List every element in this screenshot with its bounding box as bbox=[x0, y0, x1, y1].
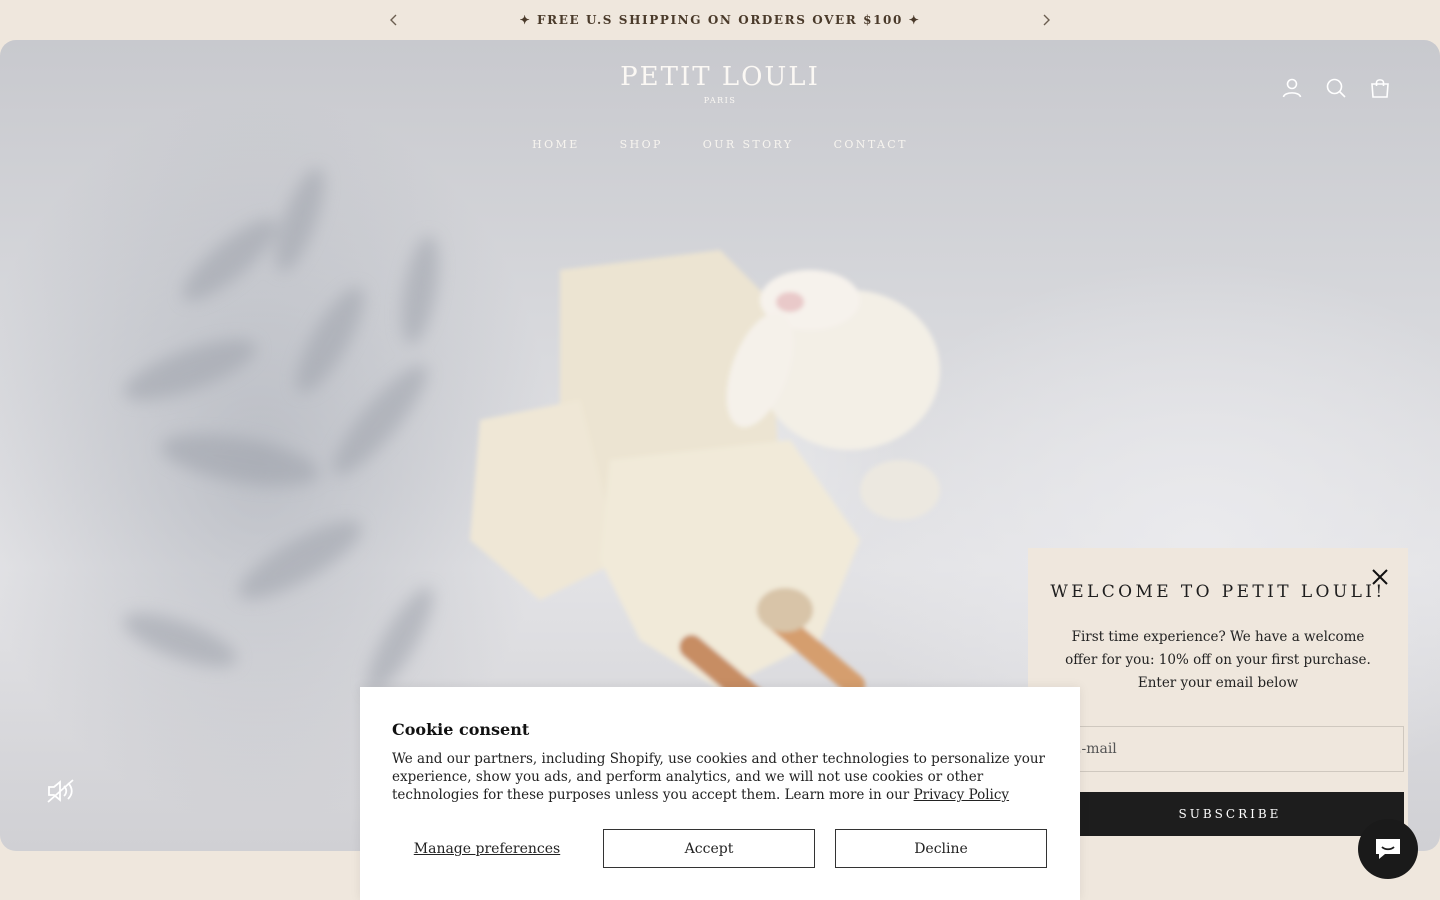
privacy-policy-link[interactable]: Privacy Policy bbox=[914, 787, 1010, 803]
chat-icon bbox=[1376, 839, 1400, 859]
main-nav: HOME SHOP OUR STORY CONTACT bbox=[0, 138, 1440, 151]
nav-our-story[interactable]: OUR STORY bbox=[703, 138, 794, 151]
announcement-bar: ✦ FREE U.S SHIPPING ON ORDERS OVER $100 … bbox=[0, 0, 1440, 40]
volume-muted-icon[interactable] bbox=[46, 778, 76, 804]
logo-subtitle: PARIS bbox=[703, 96, 737, 105]
account-icon[interactable] bbox=[1280, 76, 1304, 100]
popup-description: First time experience? We have a welcome… bbox=[1065, 629, 1371, 691]
header-actions bbox=[1280, 76, 1392, 100]
nav-home[interactable]: HOME bbox=[532, 138, 580, 151]
announcement-text: ✦ FREE U.S SHIPPING ON ORDERS OVER $100 … bbox=[519, 13, 921, 27]
chevron-right-icon[interactable] bbox=[1038, 12, 1054, 28]
search-icon[interactable] bbox=[1324, 76, 1348, 100]
newsletter-popup: WELCOME TO PETIT LOULI! First time exper… bbox=[1028, 548, 1408, 868]
accept-button[interactable]: Accept bbox=[603, 829, 815, 868]
cookie-description: We and our partners, including Shopify, … bbox=[392, 750, 1052, 804]
cookie-consent-banner: Cookie consent We and our partners, incl… bbox=[360, 687, 1080, 900]
nav-contact[interactable]: CONTACT bbox=[834, 138, 908, 151]
subscribe-button[interactable]: SUBSCRIBE bbox=[1056, 792, 1404, 836]
cookie-title: Cookie consent bbox=[392, 720, 530, 739]
chat-button[interactable] bbox=[1358, 819, 1418, 879]
brand-logo[interactable]: PETIT LOULI PARIS bbox=[620, 62, 820, 105]
logo-wordmark: PETIT LOULI bbox=[620, 62, 820, 92]
decline-button[interactable]: Decline bbox=[835, 829, 1047, 868]
chevron-left-icon[interactable] bbox=[386, 12, 402, 28]
popup-title: WELCOME TO PETIT LOULI! bbox=[1050, 582, 1386, 602]
cart-icon[interactable] bbox=[1368, 76, 1392, 100]
nav-shop[interactable]: SHOP bbox=[620, 138, 663, 151]
email-field[interactable] bbox=[1056, 726, 1404, 772]
manage-preferences-button[interactable]: Manage preferences bbox=[392, 829, 582, 869]
